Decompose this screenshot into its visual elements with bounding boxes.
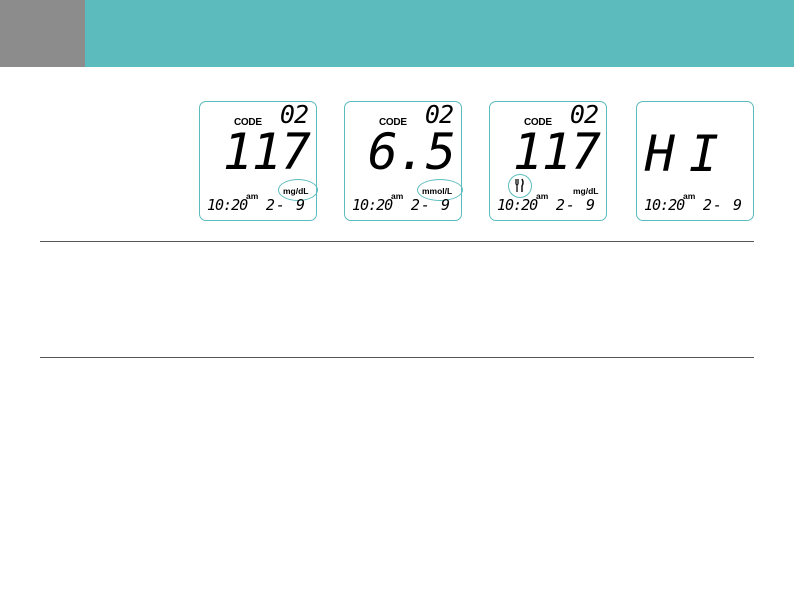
ampm-label: am bbox=[536, 191, 549, 201]
time-display: 10:20 bbox=[644, 196, 685, 214]
meal-marker-circle bbox=[508, 174, 532, 198]
time-display: 10:20 bbox=[497, 196, 538, 214]
date-display: 2- 9 bbox=[265, 196, 306, 214]
divider-rule-top bbox=[40, 241, 754, 242]
ampm-label: am bbox=[683, 191, 696, 201]
date-display: 2- 9 bbox=[555, 196, 596, 214]
reading-value: HI bbox=[644, 125, 733, 183]
meter-display-4: HI 10:20 am 2- 9 bbox=[636, 101, 754, 221]
date-display: 2- 9 bbox=[410, 196, 451, 214]
time-display: 10:20 bbox=[207, 196, 248, 214]
reading-value: 117 bbox=[512, 123, 601, 181]
reading-value: 6.5 bbox=[367, 123, 456, 181]
fork-knife-icon bbox=[515, 178, 524, 192]
time-display: 10:20 bbox=[352, 196, 393, 214]
unit-label: mg/dL bbox=[573, 186, 599, 196]
header-band bbox=[85, 0, 794, 67]
date-display: 2- 9 bbox=[702, 196, 743, 214]
header-tab bbox=[0, 0, 85, 67]
unit-label: mg/dL bbox=[283, 186, 309, 196]
divider-rule-bottom bbox=[40, 357, 754, 358]
unit-label: mmol/L bbox=[422, 186, 453, 196]
reading-value: 117 bbox=[222, 123, 311, 181]
meter-display-3: CODE 02 117 mg/dL 10:20 am 2- 9 bbox=[489, 100, 607, 221]
meter-display-1: CODE 02 117 mg/dL 10:20 am 2- 9 bbox=[199, 100, 318, 221]
ampm-label: am bbox=[246, 191, 259, 201]
meter-display-2: CODE 02 6.5 mmol/L 10:20 am 2- 9 bbox=[344, 100, 463, 221]
ampm-label: am bbox=[391, 191, 404, 201]
